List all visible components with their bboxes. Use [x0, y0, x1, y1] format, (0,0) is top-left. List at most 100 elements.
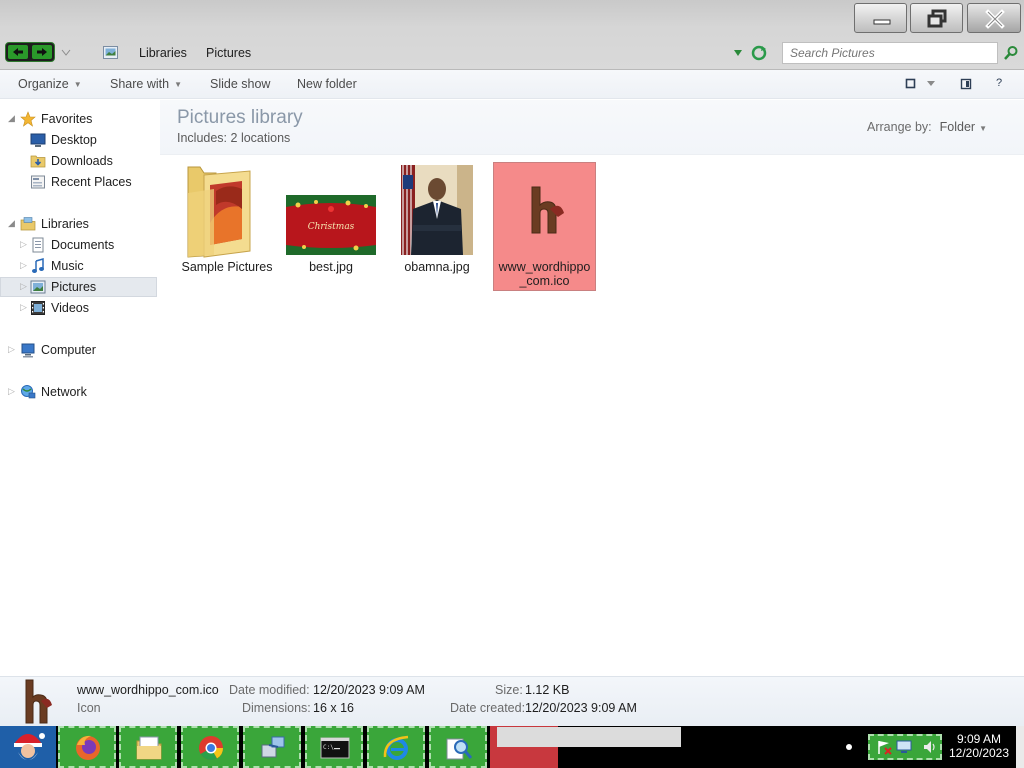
clock-time: 9:09 AM: [956, 732, 1002, 746]
search-input[interactable]: [783, 43, 997, 63]
nav-computer[interactable]: ▷ Computer: [0, 340, 157, 360]
firefox-icon: [76, 735, 100, 760]
library-includes: Includes: 2 locations: [177, 131, 290, 145]
search-icon[interactable]: [1003, 45, 1019, 61]
help-button[interactable]: ?: [996, 77, 1002, 89]
taskbar-chrome[interactable]: [181, 726, 239, 768]
expand-arrow-icon[interactable]: ▷: [20, 260, 27, 271]
taskbar-command-prompt[interactable]: C:\: [305, 726, 363, 768]
collapse-arrow-icon[interactable]: ◢: [8, 113, 15, 124]
size-label: Size:: [495, 683, 523, 697]
taskbar-network-tool[interactable]: [243, 726, 301, 768]
action-center-flag-icon[interactable]: [876, 739, 892, 755]
arrange-by-dropdown[interactable]: Folder: [940, 120, 975, 134]
christmas-image-thumbnail: Christmas: [286, 195, 376, 255]
breadcrumb-libraries[interactable]: Libraries: [139, 46, 187, 60]
library-header: Pictures library Includes: 2 locations A…: [160, 100, 1024, 155]
explorer-window: Libraries Pictures Organize ▼ Share with ▼…: [0, 0, 1024, 726]
navigation-pane: ◢ Favorites Desktop Downloads Recent Pla…: [0, 100, 160, 675]
taskbar-firefox[interactable]: [58, 726, 116, 768]
share-with-menu[interactable]: Share with ▼: [110, 77, 182, 91]
taskbar-window-preview[interactable]: [497, 727, 681, 747]
forward-button[interactable]: [32, 45, 52, 59]
back-button[interactable]: [8, 45, 28, 59]
file-item-obamna-jpg[interactable]: obamna.jpg: [390, 163, 484, 281]
view-options-chevron-icon[interactable]: [926, 80, 936, 88]
dimensions-value: 16 x 16: [313, 701, 355, 715]
internet-explorer-icon: [383, 735, 409, 760]
date-modified-label: Date modified:: [229, 683, 310, 697]
nav-videos[interactable]: ▷ Videos: [0, 298, 157, 318]
arrange-by-label: Arrange by:: [867, 120, 932, 134]
svg-text:Christmas: Christmas: [308, 222, 355, 232]
nav-documents[interactable]: ▷ Documents: [0, 235, 157, 255]
search-tool-icon: [446, 738, 473, 760]
taskbar-internet-explorer[interactable]: [367, 726, 425, 768]
collapse-arrow-icon[interactable]: ◢: [8, 218, 15, 229]
nav-recent-places[interactable]: Recent Places: [0, 172, 157, 192]
taskbar-search-tool[interactable]: [429, 726, 487, 768]
nav-favorites[interactable]: ◢ Favorites: [0, 109, 157, 129]
recent-places-icon: [31, 175, 45, 189]
expand-arrow-icon[interactable]: ▷: [8, 344, 15, 355]
nav-downloads[interactable]: Downloads: [0, 151, 157, 171]
network-icon: [21, 385, 36, 399]
preview-pane-icon[interactable]: [960, 78, 972, 90]
svg-text:C:\: C:\: [323, 744, 334, 751]
arrange-by: Arrange by: Folder ▼: [867, 120, 987, 134]
includes-locations-link[interactable]: 2 locations: [231, 131, 291, 145]
expand-arrow-icon[interactable]: ▷: [8, 386, 15, 397]
new-folder-button[interactable]: New folder: [297, 77, 357, 91]
clock[interactable]: 9:09 AM 12/20/2023: [944, 732, 1014, 760]
recent-locations-chevron-icon[interactable]: [61, 49, 71, 57]
refresh-icon[interactable]: [751, 45, 767, 61]
nav-network[interactable]: ▷ Network: [0, 382, 157, 402]
size-value: 1.12 KB: [525, 683, 570, 697]
file-item-sample-pictures[interactable]: Sample Pictures: [180, 163, 274, 281]
show-desktop-button[interactable]: [1016, 726, 1024, 768]
downloads-folder-icon: [30, 155, 46, 168]
expand-arrow-icon[interactable]: ▷: [20, 302, 27, 313]
nav-recent-places-label: Recent Places: [51, 175, 132, 189]
nav-desktop[interactable]: Desktop: [0, 130, 157, 150]
start-button[interactable]: [0, 726, 56, 768]
slide-show-button[interactable]: Slide show: [210, 77, 270, 91]
organize-label: Organize: [18, 77, 69, 91]
libraries-icon: [20, 217, 36, 231]
share-with-label: Share with: [110, 77, 170, 91]
close-button[interactable]: [967, 3, 1021, 33]
close-icon: [985, 9, 1005, 29]
file-item-best-jpg[interactable]: Christmas best.jpg: [284, 163, 378, 281]
nav-documents-label: Documents: [51, 238, 115, 252]
file-item-wordhippo-ico[interactable]: www_wordhippo _com.ico: [493, 162, 596, 291]
command-prompt-icon: C:\: [320, 737, 350, 759]
taskbar-file-explorer[interactable]: [119, 726, 177, 768]
nav-music[interactable]: ▷ Music: [0, 256, 157, 276]
nav-libraries[interactable]: ◢ Libraries: [0, 214, 157, 234]
expand-arrow-icon[interactable]: ▷: [20, 281, 27, 292]
star-icon: [20, 111, 36, 127]
command-bar: Organize ▼ Share with ▼ Slide show New fol…: [0, 70, 1024, 99]
restore-button[interactable]: [910, 3, 963, 33]
file-name: best.jpg: [309, 260, 353, 274]
documents-icon: [32, 237, 44, 253]
details-pane: www_wordhippo_com.ico Icon Date modified…: [0, 676, 1024, 726]
date-modified-value: 12/20/2023 9:09 AM: [313, 683, 425, 697]
wordhippo-h-icon: [25, 679, 52, 724]
address-dropdown-icon[interactable]: [733, 49, 743, 57]
nav-pictures[interactable]: ▷ Pictures: [0, 277, 157, 297]
change-view-icon[interactable]: [905, 78, 917, 90]
chevron-down-icon[interactable]: ▼: [979, 124, 987, 133]
organize-menu[interactable]: Organize ▼: [18, 77, 82, 91]
file-name-line2: _com.ico: [519, 274, 570, 288]
network-tray-icon[interactable]: [896, 739, 912, 755]
volume-icon[interactable]: [922, 739, 938, 755]
minimize-button[interactable]: [854, 3, 907, 33]
address-bar[interactable]: Libraries Pictures: [98, 42, 748, 64]
chevron-down-icon: ▼: [73, 80, 82, 89]
file-explorer-icon: [136, 736, 162, 760]
breadcrumb-pictures[interactable]: Pictures: [206, 46, 251, 60]
expand-arrow-icon[interactable]: ▷: [20, 239, 27, 250]
nav-downloads-label: Downloads: [51, 154, 113, 168]
nav-videos-label: Videos: [51, 301, 89, 315]
